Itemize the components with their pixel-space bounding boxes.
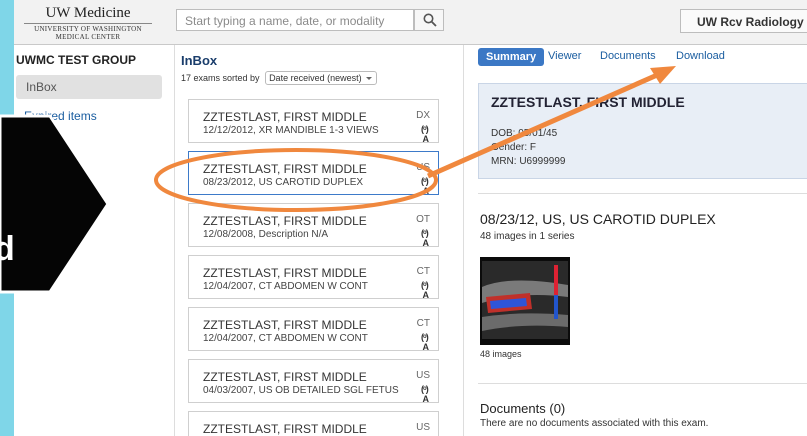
exam-modality: US <box>416 422 430 433</box>
study-subtitle: 48 images in 1 series <box>480 231 575 242</box>
documents-title: Documents (0) <box>480 401 566 416</box>
received-icon: (ᵒ) A <box>421 332 429 352</box>
search-icon <box>423 13 437 27</box>
tab-documents[interactable]: Documents <box>600 50 656 62</box>
study-title[interactable]: 08/23/12, US, US CAROTID DUPLEX <box>480 211 716 227</box>
top-bar: UW Medicine UNIVERSITY OF WASHINGTON MED… <box>14 0 807 45</box>
sidebar-item-expired[interactable]: Expired items <box>24 109 97 123</box>
sort-bar: 17 exams sorted by Date received (newest… <box>181 71 377 85</box>
search-button[interactable] <box>414 9 444 31</box>
exam-detail: 12/04/2007, CT ABDOMEN W CONT <box>203 333 368 344</box>
left-sidebar: UWMC TEST GROUP InBox Expired items <box>14 45 175 436</box>
exam-patient-name: ZZTESTLAST, FIRST MIDDLE <box>203 370 367 384</box>
search-input[interactable]: Start typing a name, date, or modality <box>176 9 414 31</box>
logo-subtitle-1: UNIVERSITY OF WASHINGTON <box>34 25 142 33</box>
ultrasound-image <box>480 257 570 345</box>
exam-modality: US <box>416 162 430 173</box>
search-placeholder: Start typing a name, date, or modality <box>185 14 385 28</box>
study-thumbnail[interactable] <box>480 257 570 345</box>
user-group-button[interactable]: UW Rcv Radiology <box>680 9 807 33</box>
exam-patient-name: ZZTESTLAST, FIRST MIDDLE <box>203 214 367 228</box>
exam-patient-name: ZZTESTLAST, FIRST MIDDLE <box>203 318 367 332</box>
exam-modality: CT <box>416 318 430 329</box>
exam-modality: US <box>416 370 430 381</box>
uw-medicine-logo: UW Medicine UNIVERSITY OF WASHINGTON MED… <box>18 6 158 41</box>
exam-detail: 12/08/2008, Description N/A <box>203 229 329 240</box>
logo-rule <box>24 23 152 24</box>
thumbnail-caption: 48 images <box>480 349 522 359</box>
inbox-column: InBox 17 exams sorted by Date received (… <box>175 45 455 436</box>
logo-title: UW Medicine <box>45 5 131 21</box>
exam-detail: 08/23/2012, US CAROTID DUPLEX <box>203 177 364 188</box>
patient-name: ZZTESTLAST, FIRST MIDDLE <box>491 94 685 110</box>
exam-modality: CT <box>416 266 430 277</box>
exam-list-item[interactable]: ZZTESTLAST, FIRST MIDDLE 04/03/2007, US O… <box>188 359 439 404</box>
received-icon: (ᵒ) A <box>421 280 429 300</box>
exam-detail: 04/03/2007, US OB DETAILED SGL FETUS <box>203 385 399 396</box>
patient-gender: Gender: F <box>491 142 537 153</box>
exam-modality: DX <box>416 110 430 121</box>
group-title: UWMC TEST GROUP <box>16 53 136 67</box>
sort-select[interactable]: Date received (newest) <box>265 71 377 85</box>
exam-patient-name: ZZTESTLAST, FIRST MIDDLE <box>203 162 367 176</box>
exam-detail: 12/04/2007, CT ABDOMEN W CONT <box>203 281 368 292</box>
patient-dob: DOB: 05/01/45 <box>491 128 558 139</box>
sidebar-item-inbox[interactable]: InBox <box>16 75 162 99</box>
exam-list-item[interactable]: ZZTESTLAST, FIRST MIDDLE 12/12/2012, XR M… <box>188 99 439 144</box>
exam-patient-name: ZZTESTLAST, FIRST MIDDLE <box>203 422 367 436</box>
section-divider <box>478 193 807 194</box>
exam-list-item[interactable]: ZZTESTLAST, FIRST MIDDLE 12/04/2007, CT A… <box>188 307 439 352</box>
sort-label: 17 exams sorted by <box>181 73 260 83</box>
exam-patient-name: ZZTESTLAST, FIRST MIDDLE <box>203 110 367 124</box>
patient-info-box: ZZTESTLAST, FIRST MIDDLE DOB: 05/01/45 G… <box>478 83 807 179</box>
exam-modality: OT <box>416 214 430 225</box>
exam-list-item[interactable]: ZZTESTLAST, FIRST MIDDLE 12/04/2007, CT A… <box>188 255 439 300</box>
received-icon: (ᵒ) A <box>421 176 429 196</box>
section-divider-2 <box>478 383 807 384</box>
app-frame: UW Medicine UNIVERSITY OF WASHINGTON MED… <box>14 0 807 436</box>
exam-patient-name: ZZTESTLAST, FIRST MIDDLE <box>203 266 367 280</box>
tab-download[interactable]: Download <box>676 50 725 62</box>
banner-text: d <box>0 230 15 268</box>
documents-empty-text: There are no documents associated with t… <box>480 418 709 429</box>
received-icon: (ᵒ) A <box>421 384 429 404</box>
logo-subtitle-2: MEDICAL CENTER <box>55 33 121 41</box>
exam-list-item[interactable]: ZZTESTLAST, FIRST MIDDLE 08/23/2012, US C… <box>188 151 439 196</box>
patient-mrn: MRN: U6999999 <box>491 156 566 167</box>
received-icon: (ᵒ) A <box>421 124 429 144</box>
tab-summary[interactable]: Summary <box>478 48 545 66</box>
exam-list-item[interactable]: ZZTESTLAST, FIRST MIDDLE 12/08/2008, Desc… <box>188 203 439 248</box>
exam-list: ZZTESTLAST, FIRST MIDDLE 12/12/2012, XR M… <box>175 91 439 436</box>
received-icon: (ᵒ) A <box>421 228 429 248</box>
exam-detail: 12/12/2012, XR MANDIBLE 1-3 VIEWS <box>203 125 379 136</box>
tab-viewer[interactable]: Viewer <box>548 50 581 62</box>
inbox-title: InBox <box>181 53 218 68</box>
exam-detail-panel: Summary Viewer Documents Download ZZTEST… <box>463 45 807 436</box>
exam-list-item[interactable]: ZZTESTLAST, FIRST MIDDLEUS(ᵒ) A <box>188 411 439 436</box>
